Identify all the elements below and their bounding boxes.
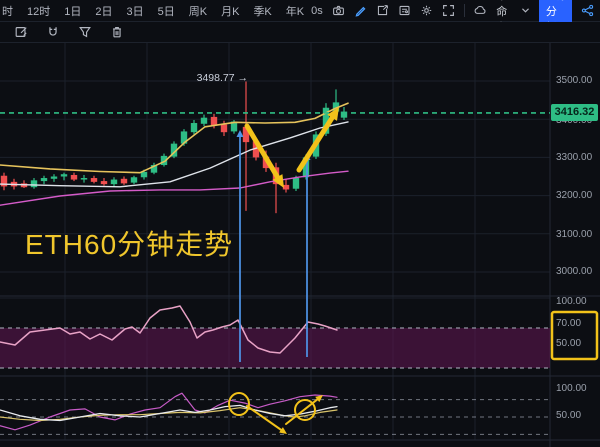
magnet-icon[interactable]	[46, 25, 60, 39]
share-icon[interactable]	[581, 4, 594, 17]
fullscreen-icon[interactable]	[442, 4, 455, 17]
cloud-save-icon[interactable]	[473, 4, 487, 17]
timeframe-0[interactable]: 时	[2, 3, 13, 19]
current-price-tag: 3416.32	[551, 104, 598, 121]
camera-icon[interactable]	[332, 4, 345, 17]
rsi-axis-label: 50.00	[556, 338, 598, 349]
filter-icon[interactable]	[78, 25, 92, 39]
price-axis-label: 3500.00	[556, 75, 598, 86]
timeframe-1m[interactable]: 月K	[221, 3, 239, 19]
rsi-axis-label: 70.00	[556, 318, 598, 329]
indicator-window-icon[interactable]	[376, 4, 389, 17]
timeframe-2d[interactable]: 2日	[95, 3, 112, 19]
timeframe-1w[interactable]: 周K	[189, 3, 207, 19]
timeframe-12h[interactable]: 12时	[27, 3, 50, 19]
chart-watermark-text: ETH60分钟走势	[25, 223, 233, 263]
timeframe-1d[interactable]: 1日	[64, 3, 81, 19]
price-axis-label: 3200.00	[556, 190, 598, 201]
gear-icon[interactable]	[420, 4, 433, 17]
chart-settings-icon[interactable]	[398, 4, 411, 17]
timeframe-5d[interactable]: 5日	[158, 3, 175, 19]
draw-pencil-icon[interactable]	[354, 4, 367, 17]
price-axis-label: 3000.00	[556, 266, 598, 277]
high-price-label: 3498.77 →	[196, 72, 248, 84]
drawing-toolbar	[0, 22, 600, 43]
top-toolbar: 时 12时 1日 2日 3日 5日 周K 月K 季K 年K 0s	[0, 0, 600, 22]
note-edit-icon[interactable]	[14, 25, 28, 39]
timeframe-1q[interactable]: 季K	[253, 3, 271, 19]
kdj-axis-label: 100.00	[556, 383, 598, 394]
replay-speed-label[interactable]: 0s	[311, 5, 323, 17]
price-axis-label: 3300.00	[556, 152, 598, 163]
chart-app: 时 12时 1日 2日 3日 5日 周K 月K 季K 年K 0s	[0, 0, 600, 447]
trash-icon[interactable]	[110, 25, 124, 39]
timeframe-1y[interactable]: 年K	[286, 3, 304, 19]
chevron-down-icon[interactable]	[521, 7, 530, 14]
rsi-axis-label: 100.00	[556, 296, 598, 307]
price-axis-label: 3100.00	[556, 229, 598, 240]
kdj-axis-label: 50.00	[556, 410, 598, 421]
timeframe-3d[interactable]: 3日	[127, 3, 144, 19]
